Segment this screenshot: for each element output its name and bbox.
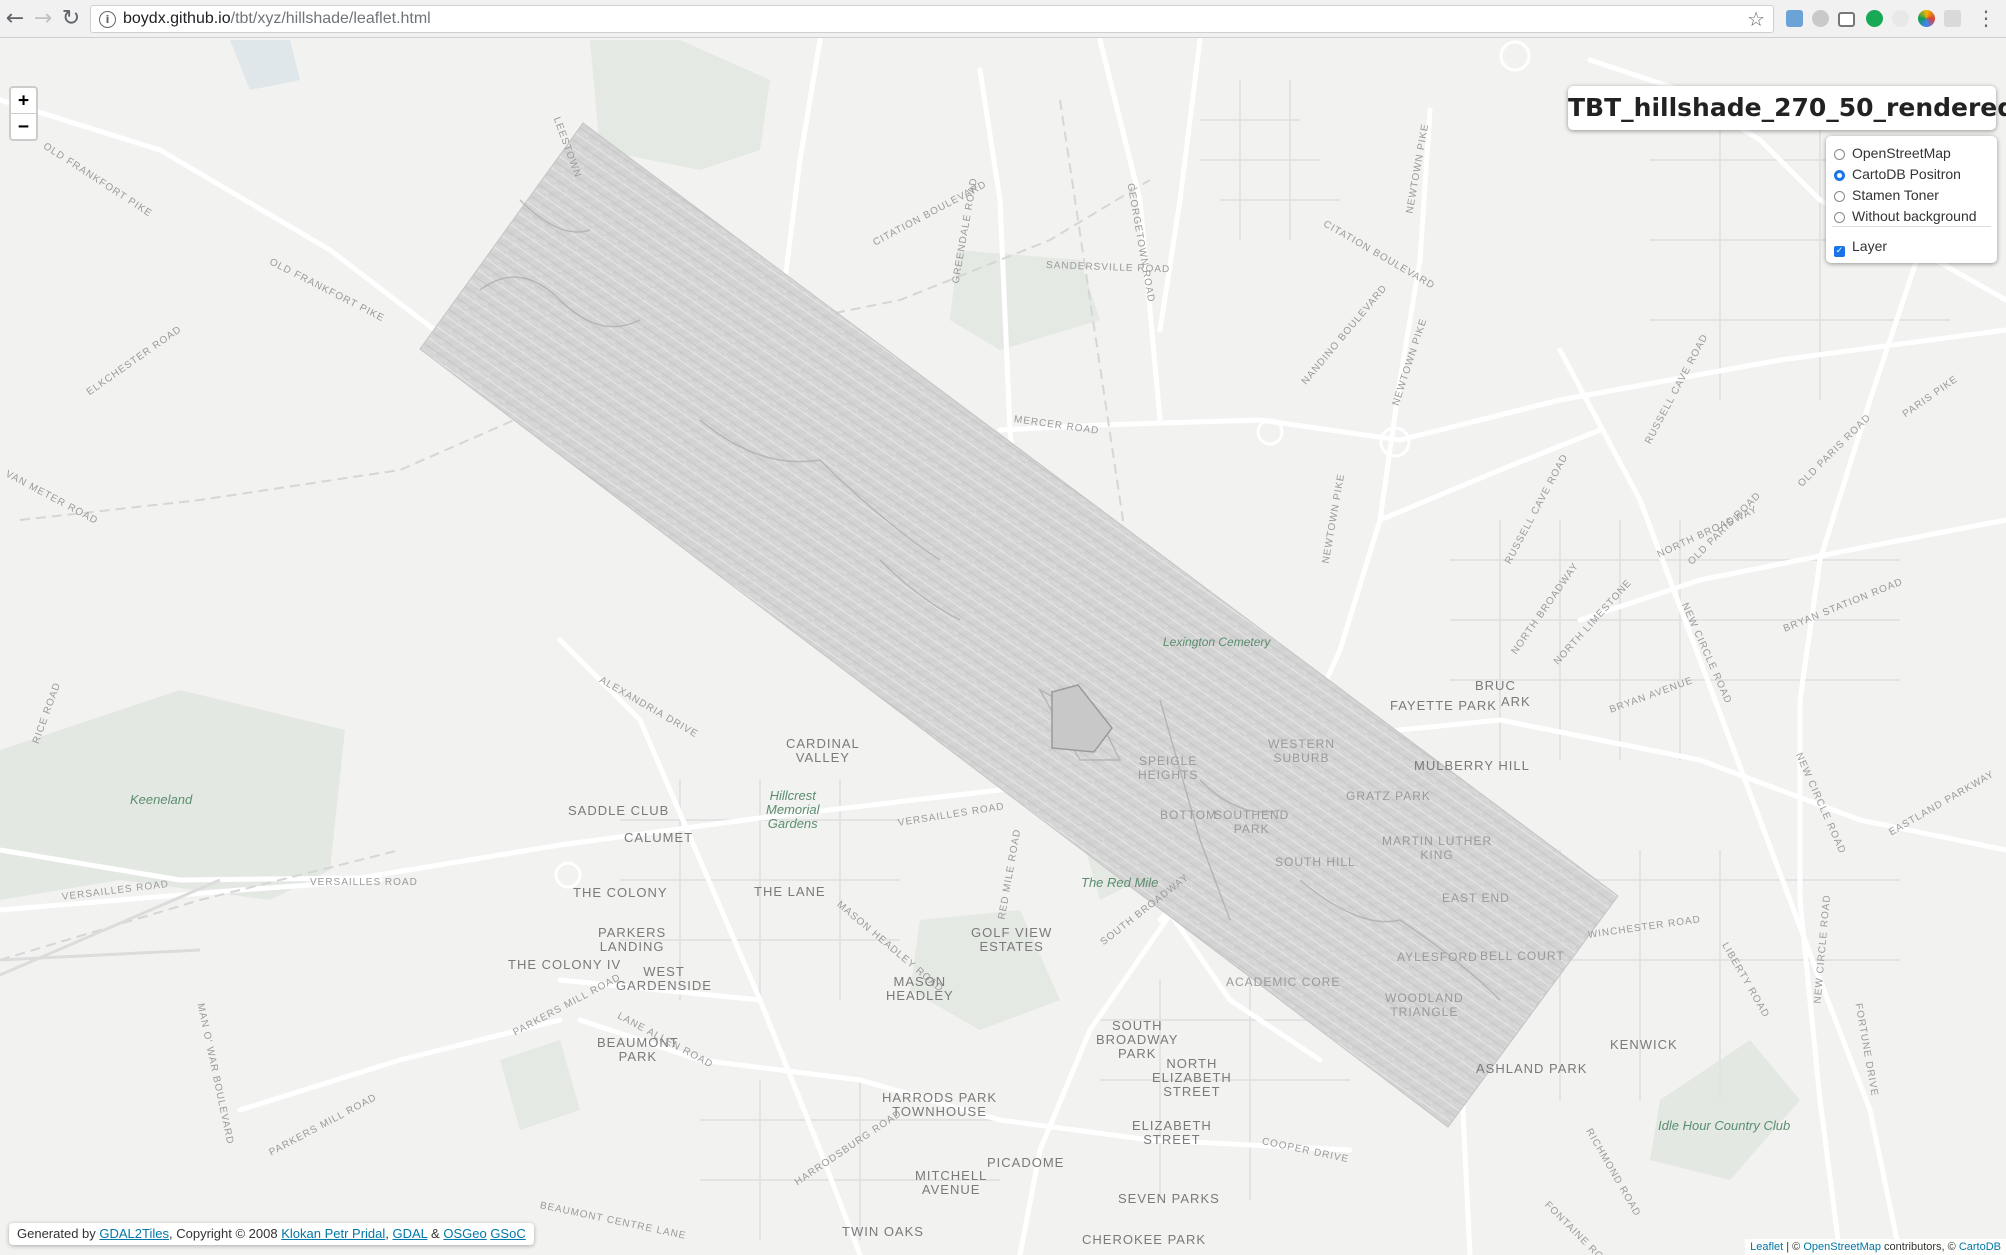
base-layer-cartodb-positron[interactable]: CartoDB Positron: [1834, 164, 1961, 184]
radio-icon[interactable]: [1834, 191, 1845, 202]
place-label: ARK: [1501, 694, 1531, 709]
place-label: KENWICK: [1610, 1037, 1678, 1052]
place-label: Lexington Cemetery: [1163, 635, 1271, 649]
place-label: THE COLONY IV: [508, 957, 622, 972]
osm-link[interactable]: OpenStreetMap: [1803, 1241, 1881, 1253]
overlay-layer-toggle[interactable]: ✓ Layer: [1834, 236, 1888, 257]
zoom-out-button[interactable]: −: [11, 114, 36, 139]
extension-icon[interactable]: [1786, 10, 1803, 27]
place-label: GOLF VIEW ESTATES: [971, 925, 1053, 954]
url-path: /tbt/xyz/hillshade/leaflet.html: [230, 10, 431, 27]
place-label: BELL COURT: [1480, 949, 1565, 963]
place-label: WOODLAND TRIANGLE: [1385, 991, 1464, 1019]
url-text[interactable]: boydx.github.io/tbt/xyz/hillshade/leafle…: [123, 10, 431, 28]
map-title-box: TBT_hillshade_270_50_rendered.tif: [1568, 86, 2006, 130]
extension-icon[interactable]: [1918, 10, 1935, 27]
base-layer-openstreetmap[interactable]: OpenStreetMap: [1834, 143, 1951, 163]
menu-dots-icon[interactable]: ⋮: [1976, 5, 1996, 31]
place-label: WEST GARDENSIDE: [616, 964, 712, 993]
checkbox-checked-icon[interactable]: ✓: [1834, 246, 1845, 257]
footer-text: &: [427, 1226, 444, 1241]
map-title: TBT_hillshade_270_50_rendered.tif: [1568, 93, 2006, 122]
cartodb-link[interactable]: CartoDB: [1959, 1241, 2001, 1253]
browser-toolbar: ← → ↻ i boydx.github.io/tbt/xyz/hillshad…: [0, 0, 2006, 38]
gdal2tiles-link[interactable]: GDAL2Tiles: [99, 1226, 169, 1241]
grammarly-icon[interactable]: [1866, 10, 1883, 27]
map-container[interactable]: CARDINAL VALLEY Hillcrest Memorial Gardens …: [0, 38, 2006, 1255]
place-label: The Red Mile: [1081, 875, 1159, 890]
layer-label: OpenStreetMap: [1852, 145, 1951, 161]
bookmark-star-icon[interactable]: ☆: [1747, 7, 1765, 31]
cast-icon[interactable]: [1838, 12, 1855, 27]
footer-text: Generated by: [17, 1226, 100, 1241]
place-label: MARTIN LUTHER KING: [1382, 834, 1493, 862]
place-label: Keeneland: [130, 792, 193, 807]
footer-text: ,: [385, 1226, 393, 1241]
info-icon[interactable]: i: [99, 11, 116, 28]
layer-divider: [1832, 226, 1991, 227]
osgeo-link[interactable]: OSGeo: [443, 1226, 486, 1241]
place-label: EAST END: [1442, 891, 1510, 905]
url-host: boydx.github.io: [123, 10, 231, 27]
zoom-control: + −: [9, 86, 38, 141]
place-label: PARKERS LANDING: [598, 925, 667, 954]
place-label: WESTERN SUBURB: [1268, 737, 1335, 765]
place-label: PICADOME: [987, 1155, 1065, 1170]
back-arrow-icon[interactable]: ←: [2, 6, 28, 32]
place-label: THE LANE: [754, 884, 826, 899]
place-label: ACADEMIC CORE: [1226, 975, 1341, 989]
place-label: TWIN OAKS: [842, 1224, 924, 1239]
generated-by-footer: Generated by GDAL2Tiles, Copyright © 200…: [9, 1223, 534, 1245]
place-label: ASHLAND PARK: [1476, 1061, 1588, 1076]
layer-label: Stamen Toner: [1852, 187, 1939, 203]
place-label: CARDINAL VALLEY: [786, 736, 860, 765]
place-label: AYLESFORD: [1397, 950, 1478, 964]
place-label: CHEROKEE PARK: [1082, 1232, 1207, 1247]
place-label: ELIZABETH STREET: [1132, 1118, 1212, 1147]
radio-selected-icon[interactable]: [1834, 170, 1845, 181]
leaflet-link[interactable]: Leaflet: [1750, 1241, 1783, 1253]
overlay-label: Layer: [1852, 238, 1888, 254]
base-layer-stamen-toner[interactable]: Stamen Toner: [1834, 185, 1939, 205]
place-label: CALUMET: [624, 830, 694, 845]
zoom-in-button[interactable]: +: [11, 88, 36, 114]
place-label: SOUTHEND PARK: [1214, 808, 1290, 836]
place-label: GRATZ PARK: [1346, 789, 1431, 803]
address-bar[interactable]: i boydx.github.io/tbt/xyz/hillshade/leaf…: [90, 5, 1774, 33]
layer-label: CartoDB Positron: [1852, 166, 1961, 182]
author-link[interactable]: Klokan Petr Pridal: [281, 1226, 385, 1241]
place-label: THE COLONY: [573, 885, 668, 900]
radio-icon[interactable]: [1834, 212, 1845, 223]
place-label: SEVEN PARKS: [1118, 1191, 1220, 1206]
place-label: SPEIGLE HEIGHTS: [1138, 754, 1199, 782]
gsoc-link[interactable]: GSoC: [490, 1226, 525, 1241]
reload-icon[interactable]: ↻: [58, 6, 84, 32]
place-label: SADDLE CLUB: [568, 803, 670, 818]
place-label: BOTTOM: [1160, 808, 1218, 822]
place-label: MULBERRY HILL: [1414, 758, 1530, 773]
place-label: FAYETTE PARK: [1390, 698, 1497, 713]
road-label: VERSAILLES ROAD: [310, 877, 418, 888]
place-label: NORTH ELIZABETH STREET: [1152, 1056, 1232, 1099]
base-layer-without-background[interactable]: Without background: [1834, 206, 1977, 226]
extension-icon[interactable]: [1892, 10, 1909, 27]
place-label: BRUC: [1475, 678, 1516, 693]
idle-hour-area: [1650, 1040, 1800, 1180]
footer-text: , Copyright © 2008: [169, 1226, 282, 1241]
place-label: SOUTH HILL: [1275, 855, 1356, 869]
map-attribution: Leaflet | © OpenStreetMap contributors, …: [1745, 1239, 2006, 1255]
radio-icon[interactable]: [1834, 149, 1845, 160]
gdal-link[interactable]: GDAL: [393, 1226, 428, 1241]
place-label: SOUTH BROADWAY PARK: [1096, 1018, 1179, 1061]
attribution-text: | ©: [1783, 1241, 1804, 1253]
layer-control: OpenStreetMap CartoDB Positron Stamen To…: [1826, 136, 1997, 263]
extension-icon[interactable]: [1944, 10, 1961, 27]
place-label: Hillcrest Memorial Gardens: [766, 788, 820, 831]
place-label: Idle Hour Country Club: [1658, 1118, 1791, 1133]
layer-label: Without background: [1852, 208, 1977, 224]
attribution-text: contributors, ©: [1881, 1241, 1959, 1253]
place-label: MITCHELL AVENUE: [915, 1168, 988, 1197]
forward-arrow-icon[interactable]: →: [30, 6, 56, 32]
extension-icon[interactable]: [1812, 10, 1829, 27]
